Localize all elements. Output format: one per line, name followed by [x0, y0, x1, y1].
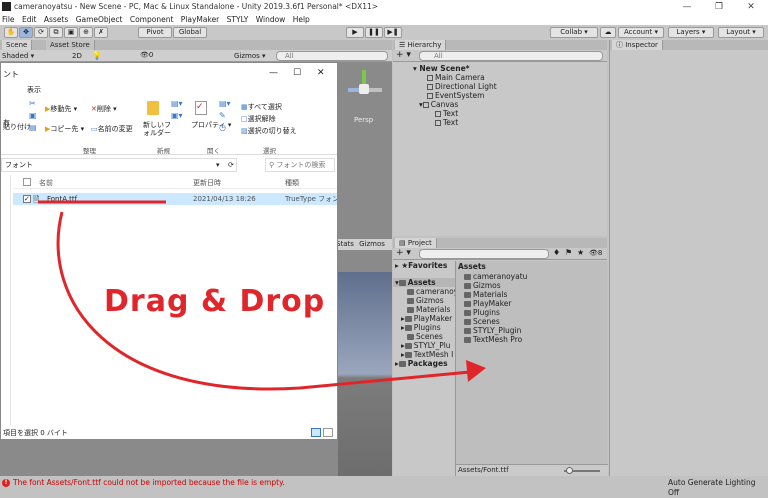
drag-drop-label: Drag & Drop	[104, 284, 326, 319]
arrow-head	[466, 360, 486, 382]
drag-drop-annotation	[38, 200, 486, 391]
